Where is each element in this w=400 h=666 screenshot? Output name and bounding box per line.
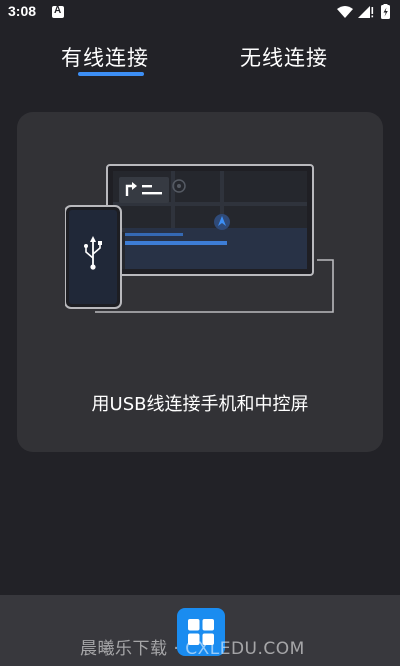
status-bar: 3:08: [0, 0, 400, 26]
car-display-icon: [106, 164, 314, 276]
status-icons: [336, 4, 394, 20]
wifi-icon: [337, 6, 353, 18]
phone-usb-icon: [65, 205, 122, 309]
connection-tabs: 有线连接 无线连接: [0, 38, 400, 82]
tab-wired-connection[interactable]: 有线连接: [61, 42, 149, 72]
signal-icon: [358, 6, 374, 18]
watermark: 晨曦乐下载 · CXLEDU.COM: [80, 639, 305, 659]
usb-connection-illustration: [65, 164, 334, 313]
connection-guide-card: 用USB线连接手机和中控屏: [17, 112, 383, 452]
tab-selected-indicator: [78, 72, 144, 76]
tab-wireless-connection[interactable]: 无线连接: [240, 42, 328, 72]
card-caption: 用USB线连接手机和中控屏: [91, 394, 309, 415]
status-time: 3:08: [8, 3, 37, 19]
battery-charging-icon: [381, 4, 390, 19]
notification-a-icon: [52, 5, 64, 18]
